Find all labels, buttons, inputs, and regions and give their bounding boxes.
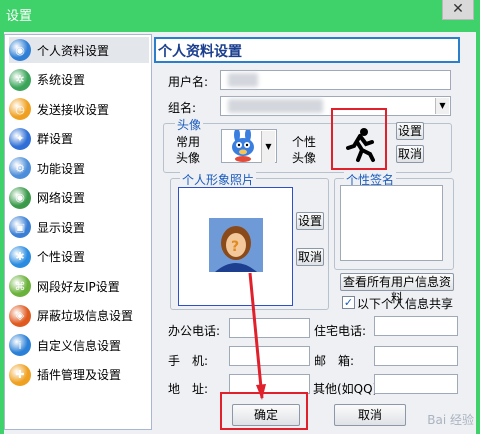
office-phone-label: 办公电话: bbox=[168, 324, 221, 338]
svg-text:?: ? bbox=[231, 239, 239, 255]
page-title: 个人资料设置 bbox=[158, 44, 242, 60]
photo-frame: ? bbox=[178, 187, 293, 306]
sidebar-item[interactable]: ◷ 发送接收设置 bbox=[9, 96, 149, 122]
globe-icon: ◉ bbox=[9, 186, 31, 209]
share-info-checkbox[interactable]: ✓ bbox=[342, 296, 355, 309]
address-field[interactable] bbox=[229, 374, 310, 394]
common-avatar-label-2: 头像 bbox=[176, 151, 201, 165]
sidebar-item-label: 自定义信息设置 bbox=[37, 338, 122, 353]
sidebar-item[interactable]: ✚ 插件管理及设置 bbox=[9, 362, 149, 388]
view-all-user-info-button[interactable]: 查看所有用户信息资料 bbox=[340, 273, 454, 305]
mobile-field[interactable] bbox=[229, 346, 310, 366]
avatar-cancel-button[interactable]: 取消 bbox=[396, 145, 424, 163]
home-phone-field[interactable] bbox=[374, 316, 458, 336]
annotation-highlight-avatar bbox=[331, 108, 387, 170]
sidebar-item-label: 系统设置 bbox=[37, 73, 86, 87]
mobile-label: 手 机: bbox=[168, 354, 209, 368]
sidebar-item[interactable]: ◉ 个人资料设置 bbox=[9, 37, 149, 63]
username-label: 用户名: bbox=[168, 75, 209, 89]
sidebar-item-label: 网络设置 bbox=[37, 191, 86, 205]
other-contact-field[interactable] bbox=[374, 374, 458, 394]
share-info-label: 以下个人信息共享 bbox=[357, 297, 454, 311]
sidebar-item-label: 发送接收设置 bbox=[37, 102, 110, 117]
window-title: 设置 bbox=[6, 9, 33, 24]
sidebar-item[interactable]: ◈ 屏蔽垃圾信息设置 bbox=[9, 303, 149, 329]
sidebar-item-label: 功能设置 bbox=[37, 161, 86, 176]
clock-icon: ◷ bbox=[9, 98, 31, 120]
other-contact-label: 其他(如QQ): bbox=[313, 382, 382, 396]
sidebar-item[interactable]: ✲ 系统设置 bbox=[9, 67, 149, 93]
sidebar-item-label: 个人资料设置 bbox=[37, 43, 110, 58]
redacted-groupname bbox=[228, 99, 323, 113]
globe-icon: ◉ bbox=[9, 39, 31, 61]
photo-legend: 个人形象照片 bbox=[180, 171, 257, 188]
sidebar-item[interactable]: i 自定义信息设置 bbox=[9, 332, 149, 358]
photo-set-button[interactable]: 设置 bbox=[296, 212, 324, 230]
office-phone-field[interactable] bbox=[229, 318, 310, 338]
avatar-set-button[interactable]: 设置 bbox=[396, 122, 424, 140]
home-phone-label: 住宅电话: bbox=[314, 324, 367, 338]
sidebar-item[interactable]: ⚙ 功能设置 bbox=[9, 155, 149, 181]
cancel-button[interactable]: 取消 bbox=[334, 404, 406, 426]
bird-icon: ✦ bbox=[9, 127, 31, 150]
plugin-icon: ✚ bbox=[9, 363, 31, 386]
section-header: 个人资料设置 bbox=[154, 37, 460, 63]
sidebar-item-label: 个性设置 bbox=[37, 250, 86, 264]
watermark: Bai 经验 bbox=[427, 413, 474, 427]
common-avatar-label-1: 常用 bbox=[176, 135, 201, 149]
settings-sidebar: ◉ 个人资料设置 ✲ 系统设置 ◷ 发送接收设置 ✦ 群设置 ⚙ 功能设置 ◉ 网络设置 ▣ 显示设置 ✱ 个… bbox=[4, 34, 152, 430]
sidebar-item-label: 屏蔽垃圾信息设置 bbox=[37, 309, 134, 323]
groupname-label: 组名: bbox=[168, 101, 197, 115]
sidebar-item-label: 插件管理及设置 bbox=[37, 368, 122, 382]
shield-icon: ◈ bbox=[9, 304, 31, 327]
sidebar-item[interactable]: ⌘ 网段好友IP设置 bbox=[9, 273, 149, 299]
ok-button[interactable]: 确定 bbox=[232, 404, 300, 426]
redacted-username bbox=[228, 73, 258, 87]
custom-avatar-label-1: 个性 bbox=[292, 135, 317, 149]
sidebar-item-label: 群设置 bbox=[37, 132, 74, 146]
cog-icon: ⚙ bbox=[9, 157, 31, 179]
common-avatar-select[interactable]: ▼ bbox=[221, 129, 277, 163]
signature-textarea[interactable] bbox=[340, 185, 443, 261]
custom-avatar-label-2: 头像 bbox=[292, 151, 317, 165]
sidebar-item[interactable]: ✦ 群设置 bbox=[9, 126, 149, 152]
rabbit-avatar-icon bbox=[232, 130, 254, 162]
sidebar-item[interactable]: ▣ 显示设置 bbox=[9, 214, 149, 240]
info-icon: i bbox=[9, 334, 31, 356]
sidebar-item-label: 显示设置 bbox=[37, 220, 86, 235]
email-label: 邮 箱: bbox=[314, 354, 355, 368]
sidebar-item-label: 网段好友IP设置 bbox=[37, 279, 120, 294]
avatar-legend: 头像 bbox=[175, 116, 204, 133]
chevron-down-icon: ▼ bbox=[261, 131, 275, 163]
close-button[interactable]: ✕ bbox=[442, 0, 474, 20]
address-label: 地 址: bbox=[168, 382, 209, 396]
sidebar-item[interactable]: ◉ 网络设置 bbox=[9, 185, 149, 211]
sidebar-item[interactable]: ✱ 个性设置 bbox=[9, 244, 149, 270]
snowflake-icon: ✱ bbox=[9, 245, 31, 268]
title-bar: 设置 ✕ bbox=[0, 0, 480, 28]
network-icon: ⌘ bbox=[9, 275, 31, 297]
email-field[interactable] bbox=[374, 346, 458, 366]
chevron-down-icon: ▼ bbox=[435, 98, 449, 114]
person-question-icon: ? bbox=[209, 218, 263, 272]
gear-icon: ✲ bbox=[9, 68, 31, 91]
monitor-icon: ▣ bbox=[9, 216, 31, 238]
photo-cancel-button[interactable]: 取消 bbox=[296, 248, 324, 266]
